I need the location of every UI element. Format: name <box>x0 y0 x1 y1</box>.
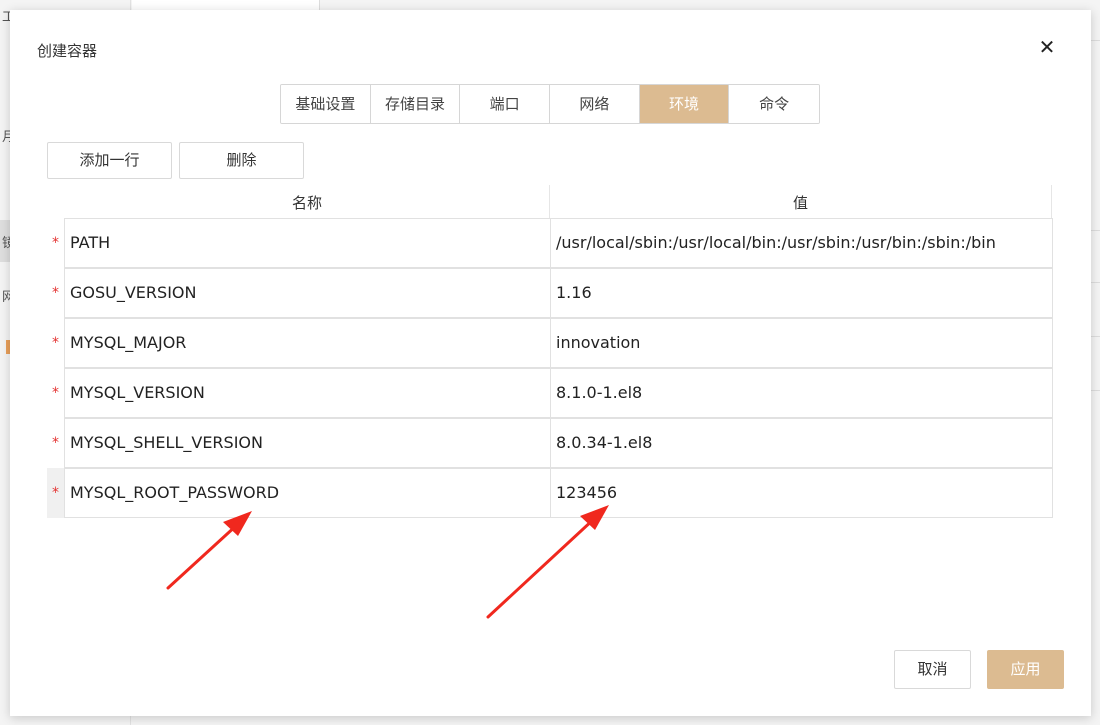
dialog-title: 创建容器 <box>37 42 98 60</box>
background-tab <box>132 0 320 10</box>
header-name: 名称 <box>65 185 550 218</box>
tab-command[interactable]: 命令 <box>729 85 819 123</box>
table-row: * GOSU_VERSION 1.16 <box>47 268 1053 318</box>
table-row: * MYSQL_MAJOR innovation <box>47 318 1053 368</box>
tab-network[interactable]: 网络 <box>550 85 640 123</box>
table-row: * PATH /usr/local/sbin:/usr/local/bin:/u… <box>47 218 1053 268</box>
table-row: * MYSQL_VERSION 8.1.0-1.el8 <box>47 368 1053 418</box>
tab-bar: 基础设置 存储目录 端口 网络 环境 命令 <box>280 84 820 124</box>
background-row-line <box>1090 230 1100 231</box>
tab-basic-settings[interactable]: 基础设置 <box>281 85 371 123</box>
env-value-input[interactable]: /usr/local/sbin:/usr/local/bin:/usr/sbin… <box>550 218 1053 268</box>
env-name-input[interactable]: MYSQL_MAJOR <box>64 318 551 368</box>
create-container-dialog: 创建容器 ✕ 基础设置 存储目录 端口 网络 环境 命令 添加一行 删除 名称 … <box>10 10 1091 716</box>
background-row-line <box>1090 390 1100 391</box>
background-row-line <box>1090 336 1100 337</box>
header-value: 值 <box>550 185 1052 218</box>
env-value-input[interactable]: 8.0.34-1.el8 <box>550 418 1053 468</box>
close-icon[interactable]: ✕ <box>1038 36 1056 58</box>
env-table: 名称 值 * PATH /usr/local/sbin:/usr/local/b… <box>47 185 1053 518</box>
cancel-button[interactable]: 取消 <box>894 650 971 689</box>
tab-environment[interactable]: 环境 <box>639 85 730 123</box>
table-header: 名称 值 <box>47 185 1053 218</box>
env-name-input[interactable]: MYSQL_SHELL_VERSION <box>64 418 551 468</box>
required-mark: * <box>52 435 59 451</box>
env-name-input[interactable]: GOSU_VERSION <box>64 268 551 318</box>
env-value-input[interactable]: 8.1.0-1.el8 <box>550 368 1053 418</box>
env-value-input[interactable]: 1.16 <box>550 268 1053 318</box>
required-mark: * <box>52 285 59 301</box>
required-mark: * <box>52 335 59 351</box>
background-row-line <box>1090 40 1100 41</box>
env-name-input[interactable]: MYSQL_ROOT_PASSWORD <box>64 468 551 518</box>
tab-ports[interactable]: 端口 <box>460 85 551 123</box>
env-value-input[interactable]: 123456 <box>550 468 1053 518</box>
env-name-input[interactable]: PATH <box>64 218 551 268</box>
required-mark: * <box>52 235 59 251</box>
required-mark: * <box>47 468 64 518</box>
tab-storage[interactable]: 存储目录 <box>370 85 461 123</box>
table-row: * MYSQL_SHELL_VERSION 8.0.34-1.el8 <box>47 418 1053 468</box>
add-row-button[interactable]: 添加一行 <box>47 142 172 179</box>
env-name-input[interactable]: MYSQL_VERSION <box>64 368 551 418</box>
required-mark: * <box>52 385 59 401</box>
table-row: * MYSQL_ROOT_PASSWORD 123456 <box>47 468 1053 518</box>
delete-button[interactable]: 删除 <box>179 142 304 179</box>
env-value-input[interactable]: innovation <box>550 318 1053 368</box>
apply-button[interactable]: 应用 <box>987 650 1064 689</box>
background-row-line <box>1090 282 1100 283</box>
